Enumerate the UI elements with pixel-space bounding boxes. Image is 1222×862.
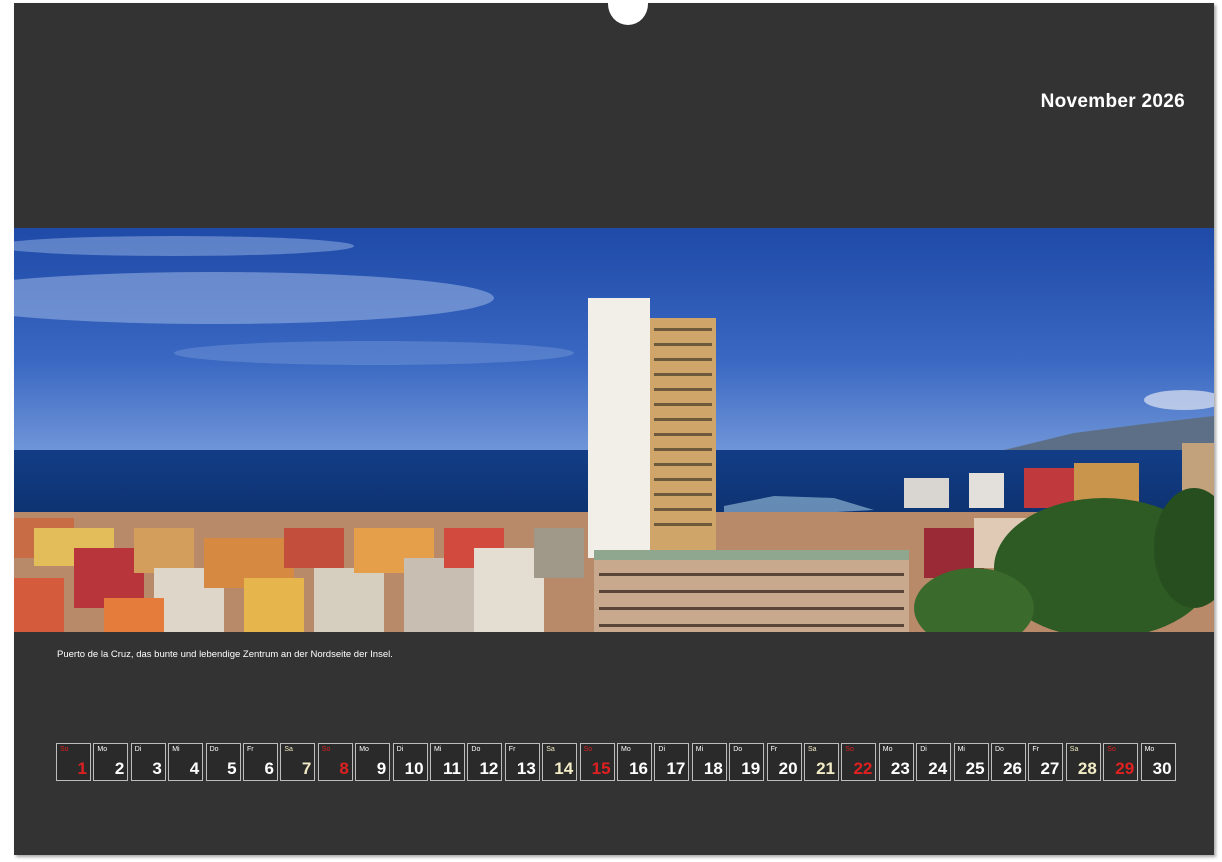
day-cell: Di 10 bbox=[392, 743, 428, 781]
day-number: 1 bbox=[77, 759, 87, 778]
weekday-label: So bbox=[321, 746, 331, 753]
weekday-label: So bbox=[583, 746, 593, 753]
day-number: 10 bbox=[404, 759, 424, 778]
weekday-label: Do bbox=[733, 746, 743, 753]
day-cell: Sa 21 bbox=[804, 743, 839, 781]
day-cell: Di 3 bbox=[130, 743, 166, 781]
day-cell: Mo 16 bbox=[617, 743, 652, 781]
day-cell: So 15 bbox=[579, 743, 615, 781]
day-cell: Sa 28 bbox=[1065, 743, 1101, 781]
day-cell: Fr 27 bbox=[1028, 743, 1064, 781]
weekday-label: Do bbox=[209, 746, 219, 753]
day-cell: So 8 bbox=[317, 743, 353, 781]
day-cell: Do 5 bbox=[205, 743, 241, 781]
day-cell: Mo 2 bbox=[93, 743, 129, 781]
day-number: 13 bbox=[516, 759, 536, 778]
weekday-label: Mi bbox=[172, 746, 180, 753]
day-number: 9 bbox=[376, 759, 387, 778]
day-number: 30 bbox=[1152, 759, 1172, 778]
day-cell: So 22 bbox=[841, 743, 877, 781]
weekday-label: Mo bbox=[97, 746, 108, 753]
day-cell: Mi 18 bbox=[691, 743, 727, 781]
day-number: 21 bbox=[816, 759, 835, 778]
weekday-label: Sa bbox=[1069, 746, 1079, 753]
weekday-label: Fr bbox=[508, 746, 516, 753]
weekday-label: Do bbox=[471, 746, 481, 753]
day-cell: So 1 bbox=[56, 743, 91, 781]
day-number: 5 bbox=[227, 759, 237, 778]
day-number: 14 bbox=[554, 759, 574, 778]
day-number: 29 bbox=[1115, 759, 1135, 778]
weekday-label: Mo bbox=[882, 746, 893, 753]
weekday-label: So bbox=[60, 746, 69, 753]
weekday-label: Mi bbox=[434, 746, 442, 753]
day-cell: Do 26 bbox=[991, 743, 1026, 781]
weekday-label: Di bbox=[134, 746, 142, 753]
day-number: 12 bbox=[479, 759, 499, 778]
weekday-label: Di bbox=[658, 746, 666, 753]
weekday-label: Sa bbox=[808, 746, 817, 753]
day-cell: Fr 6 bbox=[243, 743, 278, 781]
day-number: 16 bbox=[629, 759, 648, 778]
day-cell: So 29 bbox=[1103, 743, 1139, 781]
day-number: 7 bbox=[301, 759, 312, 778]
weekday-label: Mi bbox=[695, 746, 704, 753]
day-number: 28 bbox=[1077, 759, 1097, 778]
day-cell: Di 24 bbox=[916, 743, 952, 781]
weekday-label: Mo bbox=[1144, 746, 1155, 753]
weekday-label: Sa bbox=[284, 746, 293, 753]
day-number: 6 bbox=[264, 759, 274, 778]
day-cell: Di 17 bbox=[654, 743, 690, 781]
day-number: 2 bbox=[114, 759, 125, 778]
day-number: 17 bbox=[666, 759, 686, 778]
day-cell: Do 19 bbox=[729, 743, 765, 781]
weekday-label: Fr bbox=[1032, 746, 1039, 753]
day-cell: Fr 20 bbox=[766, 743, 802, 781]
day-cell: Sa 14 bbox=[542, 743, 578, 781]
month-title: November 2026 bbox=[1040, 91, 1185, 112]
weekday-label: Fr bbox=[247, 746, 254, 753]
day-number: 15 bbox=[591, 759, 611, 778]
panorama-harbor-town-icon bbox=[14, 228, 1214, 632]
day-number: 25 bbox=[965, 759, 985, 778]
weekday-label: So bbox=[845, 746, 854, 753]
weekday-label: Do bbox=[995, 746, 1004, 753]
weekday-label: Di bbox=[396, 746, 404, 753]
weekday-label: Sa bbox=[546, 746, 555, 753]
weekday-label: Di bbox=[920, 746, 927, 753]
day-cell: Mo 9 bbox=[355, 743, 391, 781]
day-number: 26 bbox=[1003, 759, 1022, 778]
weekday-label: Mo bbox=[359, 746, 369, 753]
photo-caption: Puerto de la Cruz, das bunte und lebendi… bbox=[57, 649, 393, 660]
day-number: 24 bbox=[928, 759, 948, 778]
hanger-notch bbox=[608, 0, 648, 25]
weekday-label: Mo bbox=[621, 746, 631, 753]
day-number: 11 bbox=[443, 759, 461, 778]
day-cell: Do 12 bbox=[467, 743, 503, 781]
day-number: 18 bbox=[703, 759, 723, 778]
day-number: 20 bbox=[778, 759, 798, 778]
day-number: 8 bbox=[339, 759, 349, 778]
day-cell: Sa 7 bbox=[280, 743, 316, 781]
day-cell: Mo 23 bbox=[878, 743, 914, 781]
day-number: 3 bbox=[152, 759, 162, 778]
weekday-label: Fr bbox=[770, 746, 778, 753]
day-cell: Mi 4 bbox=[168, 743, 204, 781]
day-cell: Fr 13 bbox=[504, 743, 540, 781]
day-number: 27 bbox=[1040, 759, 1060, 778]
day-number: 19 bbox=[741, 759, 761, 778]
day-cell: Mi 11 bbox=[430, 743, 465, 781]
day-number: 22 bbox=[853, 759, 873, 778]
day-cell: Mi 25 bbox=[953, 743, 989, 781]
day-number: 4 bbox=[189, 759, 200, 778]
panorama-photo bbox=[14, 228, 1214, 632]
day-cell: Mo 30 bbox=[1140, 743, 1176, 781]
weekday-label: So bbox=[1107, 746, 1116, 753]
weekday-label: Mi bbox=[957, 746, 965, 753]
day-number: 23 bbox=[890, 759, 910, 778]
